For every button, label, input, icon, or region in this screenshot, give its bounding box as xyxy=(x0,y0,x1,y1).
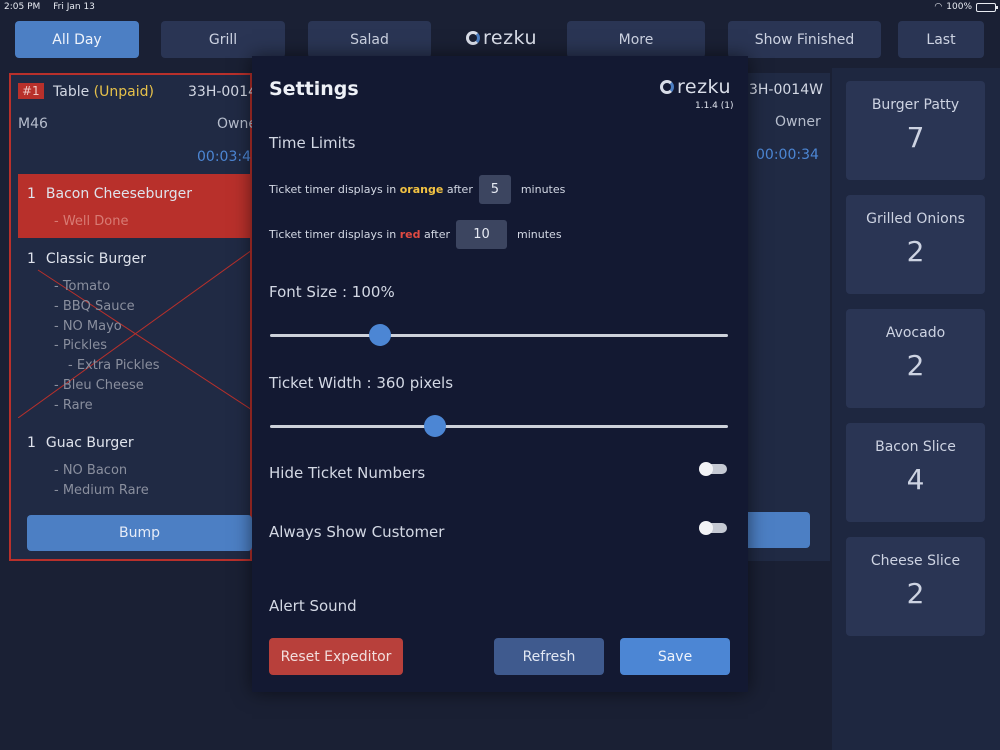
ticket-server: M46 xyxy=(18,116,48,132)
item-modifier: - Tomato xyxy=(54,279,111,294)
tab-show-finished[interactable]: Show Finished xyxy=(728,21,881,58)
count-name: Grilled Onions xyxy=(866,211,965,227)
ticket-number: #1 xyxy=(18,83,44,99)
limit-minutes: minutes xyxy=(520,183,566,196)
ticket-table: Table (Unpaid) xyxy=(53,84,154,100)
time-limits-heading: Time Limits xyxy=(269,134,356,152)
reset-expeditor-button[interactable]: Reset Expeditor xyxy=(269,638,403,675)
wifi-icon: ◠ xyxy=(934,2,943,12)
status-date: Fri Jan 13 xyxy=(53,2,95,12)
ticket-width-slider[interactable] xyxy=(270,415,728,437)
count-name: Burger Patty xyxy=(871,97,960,113)
count-value: 7 xyxy=(906,121,925,154)
app-logo: rezku xyxy=(466,27,537,49)
ticket-width-label: Ticket Width : 360 pixels xyxy=(269,374,454,392)
item-modifier: - Rare xyxy=(54,398,93,413)
red-limit-row: Ticket timer displays in red after 10 mi… xyxy=(269,220,562,249)
count-value: 2 xyxy=(906,577,925,610)
count-card[interactable]: Grilled Onions 2 xyxy=(846,195,985,294)
refresh-button[interactable]: Refresh xyxy=(494,638,604,675)
ticket-item[interactable]: 1 Classic Burger xyxy=(27,251,146,267)
logo-text: rezku xyxy=(677,76,732,98)
count-card[interactable]: Avocado 2 xyxy=(846,309,985,408)
red-minutes-input[interactable]: 10 xyxy=(456,220,508,249)
always-show-customer-label: Always Show Customer xyxy=(269,523,445,541)
item-name: Guac Burger xyxy=(45,435,134,451)
bump-button[interactable]: Bump xyxy=(27,515,252,551)
status-bar-left: 2:05 PM Fri Jan 13 xyxy=(4,2,105,12)
limit-minutes: minutes xyxy=(517,228,562,241)
bump-button-right[interactable] xyxy=(748,512,810,548)
tab-all-day[interactable]: All Day xyxy=(15,21,139,58)
battery-icon xyxy=(976,2,998,12)
orange-limit-row: Ticket timer displays in orange after 5 … xyxy=(269,175,565,204)
alert-sound-label[interactable]: Alert Sound xyxy=(269,597,357,615)
count-card[interactable]: Bacon Slice 4 xyxy=(846,423,985,522)
always-show-customer-toggle[interactable] xyxy=(699,521,727,535)
ticket-timer: 00:03:4 xyxy=(197,149,251,165)
ticket-width-slider-thumb[interactable] xyxy=(423,415,446,437)
item-modifier: - BBQ Sauce xyxy=(54,299,135,314)
ticket-id-right: 3H-0014W xyxy=(749,82,823,98)
hide-ticket-numbers-toggle[interactable] xyxy=(699,462,727,476)
ticket-owner-right: Owner xyxy=(775,114,821,130)
orange-minutes-input[interactable]: 5 xyxy=(478,175,511,204)
ticket-item[interactable]: 1 Bacon Cheeseburger xyxy=(27,186,192,202)
save-button[interactable]: Save xyxy=(620,638,730,675)
tab-salad[interactable]: Salad xyxy=(308,21,431,58)
ticket-item[interactable]: 1 Guac Burger xyxy=(27,435,134,451)
item-modifier: - Well Done xyxy=(54,214,129,229)
toggle-knob xyxy=(699,521,713,535)
item-modifier: - Bleu Cheese xyxy=(54,378,144,393)
count-card[interactable]: Cheese Slice 2 xyxy=(846,537,985,636)
limit-after: after xyxy=(446,183,473,196)
tab-grill[interactable]: Grill xyxy=(161,21,285,58)
item-modifier: - NO Mayo xyxy=(54,319,122,334)
limit-after: after xyxy=(424,228,451,241)
item-qty: 1 xyxy=(27,186,36,202)
item-name: Classic Burger xyxy=(45,251,147,267)
tab-more[interactable]: More xyxy=(567,21,705,58)
count-value: 2 xyxy=(906,349,925,382)
ticket-owner: Owne xyxy=(217,116,257,132)
count-value: 4 xyxy=(906,463,925,496)
status-bar-right: ◠ 100% xyxy=(934,2,998,12)
item-modifier: - NO Bacon xyxy=(54,463,128,478)
toggle-knob xyxy=(699,462,713,476)
settings-title: Settings xyxy=(269,78,359,100)
limit-prefix: Ticket timer displays in xyxy=(269,183,397,196)
ticket-id: 33H-0014 xyxy=(188,84,258,100)
tab-last[interactable]: Last xyxy=(898,21,984,58)
logo-ring-icon xyxy=(660,80,674,94)
item-name: Bacon Cheeseburger xyxy=(45,186,192,202)
font-size-slider[interactable] xyxy=(270,324,728,346)
count-name: Bacon Slice xyxy=(875,439,956,455)
logo-text: rezku xyxy=(483,27,538,49)
count-name: Avocado xyxy=(885,325,946,341)
app-version: 1.1.4 (1) xyxy=(695,101,734,111)
orange-word: orange xyxy=(399,183,444,196)
ticket-paid-status: (Unpaid) xyxy=(93,84,154,100)
limit-prefix: Ticket timer displays in xyxy=(269,228,397,241)
count-value: 2 xyxy=(906,235,925,268)
item-modifier: - Pickles xyxy=(54,338,108,353)
battery-percent: 100% xyxy=(946,2,972,12)
item-qty: 1 xyxy=(27,435,36,451)
count-card[interactable]: Burger Patty 7 xyxy=(846,81,985,180)
item-qty: 1 xyxy=(27,251,36,267)
item-modifier: - Extra Pickles xyxy=(68,358,160,373)
font-size-label: Font Size : 100% xyxy=(269,283,395,301)
red-word: red xyxy=(399,228,421,241)
ticket-timer-right: 00:00:34 xyxy=(756,147,819,163)
count-name: Cheese Slice xyxy=(870,553,961,569)
hide-ticket-numbers-label: Hide Ticket Numbers xyxy=(269,464,426,482)
ticket-table-label: Table xyxy=(53,84,90,100)
item-modifier: - Medium Rare xyxy=(54,483,149,498)
logo-ring-icon xyxy=(466,31,480,45)
settings-logo: rezku xyxy=(660,76,731,98)
status-time: 2:05 PM xyxy=(4,2,41,12)
font-size-slider-thumb[interactable] xyxy=(368,324,391,346)
